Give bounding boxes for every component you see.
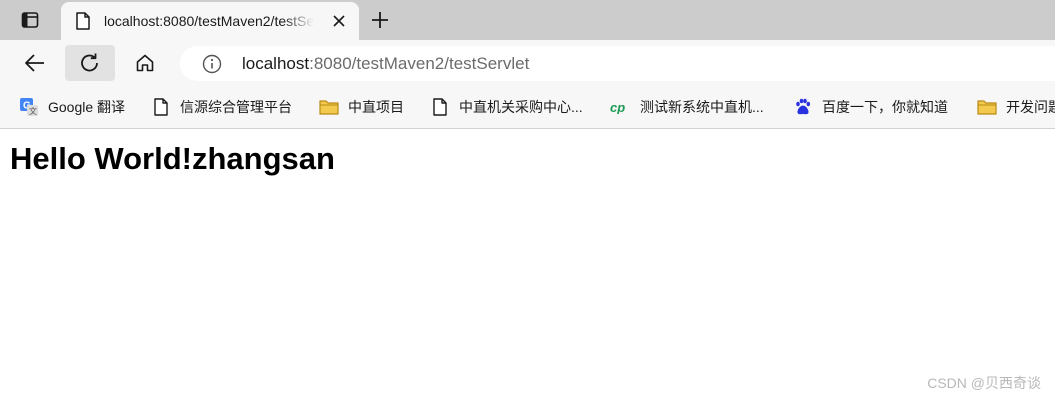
reload-icon — [81, 53, 98, 72]
bookmark-label: 信源综合管理平台 — [180, 99, 292, 115]
reload-button[interactable] — [65, 45, 115, 81]
tab-close-button[interactable] — [329, 11, 349, 31]
svg-text:cp: cp — [610, 100, 625, 114]
url-host: localhost — [242, 54, 310, 73]
bookmark-folder-dev-issues[interactable]: 开发问题 — [976, 96, 1055, 118]
url-text[interactable]: localhost:8080/testMaven2/testServlet — [242, 54, 529, 74]
site-info-icon[interactable] — [201, 53, 223, 75]
bookmark-label: 开发问题 — [1006, 99, 1055, 115]
address-bar[interactable]: localhost:8080/testMaven2/testServlet — [180, 46, 1055, 81]
page-heading: Hello World!zhangsan — [10, 141, 335, 176]
bookmark-label: 中直机关采购中心... — [459, 99, 583, 115]
svg-text:文: 文 — [29, 106, 37, 116]
page-icon — [150, 97, 172, 117]
bookmarks-bar: G 文 Google 翻译 信源综合管理平台 中直项目 中直机关采购中心... … — [0, 87, 1055, 129]
bookmark-label: 百度一下，你就知道 — [822, 99, 948, 115]
bookmark-baidu[interactable]: 百度一下，你就知道 — [792, 96, 948, 118]
bookmark-folder-zhongzhi-project[interactable]: 中直项目 — [318, 96, 404, 118]
bookmark-label: 中直项目 — [348, 99, 404, 115]
bookmark-label: Google 翻译 — [48, 99, 126, 115]
baidu-icon — [792, 97, 814, 117]
csdn-watermark: CSDN @贝西奇谈 — [927, 375, 1041, 391]
url-path: :8080/testMaven2/testServlet — [309, 54, 530, 73]
bookmark-test-new-system[interactable]: cp 测试新系统中直机... — [610, 96, 764, 118]
close-icon — [333, 15, 345, 27]
tab-strip: localhost:8080/testMaven2/testServlet — [0, 0, 1055, 40]
folder-icon — [976, 97, 998, 117]
google-translate-icon: G 文 — [18, 97, 40, 117]
bookmark-procurement-center[interactable]: 中直机关采购中心... — [429, 96, 583, 118]
plus-icon — [372, 12, 388, 28]
back-arrow-icon — [25, 54, 44, 72]
home-button[interactable] — [120, 45, 170, 81]
toolbar: localhost:8080/testMaven2/testServlet — [0, 40, 1055, 87]
folder-icon — [318, 97, 340, 117]
new-tab-button[interactable] — [366, 7, 394, 33]
page-icon — [429, 97, 451, 117]
tab-actions-icon — [21, 12, 39, 28]
tab-title: localhost:8080/testMaven2/testServlet — [104, 13, 314, 29]
active-tab[interactable]: localhost:8080/testMaven2/testServlet — [61, 2, 359, 40]
home-icon — [136, 54, 154, 72]
page-content: Hello World!zhangsan CSDN @贝西奇谈 — [0, 129, 1055, 401]
page-icon — [75, 11, 91, 31]
bookmark-xinyuan-platform[interactable]: 信源综合管理平台 — [150, 96, 292, 118]
bookmark-label: 测试新系统中直机... — [640, 99, 764, 115]
back-button[interactable] — [10, 45, 60, 81]
cp-logo-icon: cp — [610, 97, 632, 117]
bookmark-google-translate[interactable]: G 文 Google 翻译 — [18, 96, 125, 118]
tab-actions-button[interactable] — [8, 6, 52, 34]
